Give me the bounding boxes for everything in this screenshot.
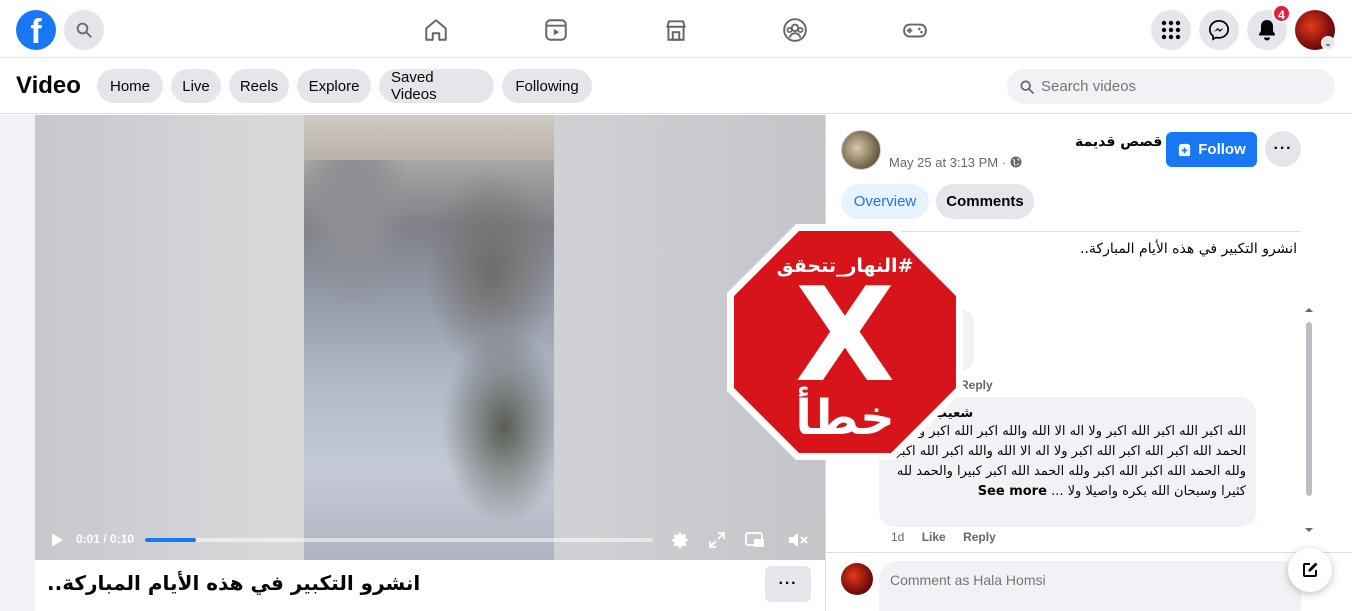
scroll-up-icon [1305, 308, 1313, 312]
comment-input[interactable] [890, 572, 1270, 588]
follow-button[interactable]: Follow [1166, 132, 1257, 167]
messenger-button[interactable] [1199, 10, 1239, 50]
search-input[interactable] [1041, 78, 1321, 95]
more-icon: ··· [1273, 140, 1293, 157]
page-title: Video [16, 72, 81, 99]
stamp-verdict: خطأ [795, 386, 894, 446]
chevron-down-icon[interactable]: ⌄ [1321, 36, 1335, 50]
tab-home[interactable]: Home [97, 69, 163, 103]
scroll-thumb[interactable] [1306, 322, 1312, 496]
nav-marketplace[interactable] [620, 12, 732, 48]
tab-reels[interactable]: Reels [229, 69, 289, 103]
left-gutter [0, 115, 35, 611]
video-time: 0:01 / 0:10 [76, 532, 135, 546]
reply-link[interactable]: Reply [960, 378, 993, 392]
see-more-link[interactable]: See more [978, 484, 1047, 499]
comment-composer[interactable] [879, 561, 1301, 611]
play-icon [52, 533, 63, 547]
expand-icon [709, 532, 725, 548]
gear-icon [672, 532, 688, 549]
post-more-button[interactable]: ··· [1265, 131, 1301, 167]
tab-saved-videos[interactable]: Saved Videos [379, 69, 494, 103]
bell-icon [1259, 20, 1275, 41]
video-more-button[interactable]: ··· [765, 566, 811, 602]
like-link[interactable]: Like [922, 530, 946, 544]
more-icon: ··· [778, 575, 798, 592]
video-sky [304, 115, 554, 160]
comment-meta: 1d Like Reply [891, 530, 996, 544]
video-progress-fill [145, 538, 196, 542]
menu-button[interactable] [1151, 10, 1191, 50]
grid-menu-icon [1161, 20, 1181, 40]
page-avatar[interactable] [841, 130, 881, 170]
tab-live[interactable]: Live [171, 69, 221, 103]
facebook-logo[interactable]: f [16, 10, 56, 50]
reply-link[interactable]: Reply [963, 530, 996, 544]
post-date[interactable]: May 25 at 3:13 PM · [889, 155, 1022, 170]
compose-icon [1303, 562, 1318, 577]
marketplace-icon [666, 20, 686, 41]
nav-video[interactable] [500, 12, 612, 48]
post-text: انشرو التكبير في هذه الأيام المباركة.. [1080, 241, 1297, 257]
video-search[interactable] [1007, 69, 1335, 104]
user-avatar[interactable] [841, 563, 873, 595]
messenger-icon [1208, 19, 1230, 41]
nav-gaming[interactable] [859, 12, 971, 48]
play-button[interactable] [45, 528, 69, 552]
comment-time[interactable]: 1d [891, 530, 904, 544]
gaming-icon [903, 23, 927, 38]
tab-following[interactable]: Following [502, 69, 592, 103]
miniplayer-button[interactable] [743, 528, 767, 552]
composer-divider [826, 552, 1352, 553]
tab-overview[interactable]: Overview [841, 184, 929, 219]
stamp-x-mark: X [795, 259, 895, 411]
video-progress-bar[interactable] [145, 538, 653, 542]
notification-badge: 4 [1272, 4, 1291, 23]
video-icon [545, 19, 567, 41]
scroll-down-icon [1305, 528, 1313, 532]
search-icon [76, 22, 92, 38]
settings-button[interactable] [668, 528, 692, 552]
video-frame [304, 115, 554, 560]
search-icon [1020, 79, 1034, 94]
globe-icon [1010, 156, 1022, 168]
search-button[interactable] [64, 10, 104, 50]
video-header: Video Home Live Reels Explore Saved Vide… [0, 59, 1352, 114]
tab-comments[interactable]: Comments [936, 184, 1034, 219]
page-name[interactable]: قصص قديمة [1075, 134, 1162, 150]
fact-check-stamp: #النهار_تتحقق X خطأ [727, 224, 963, 460]
speaker-muted-icon [789, 533, 808, 547]
home-icon [425, 19, 447, 41]
video-caption: انشرو التكبير في هذه الأيام المباركة.. [47, 571, 421, 595]
tab-explore[interactable]: Explore [297, 69, 371, 103]
video-controls: 0:01 / 0:10 [35, 520, 825, 560]
comments-scrollbar[interactable] [1305, 306, 1313, 536]
video-player[interactable]: 0:01 / 0:10 [35, 115, 825, 560]
follow-page-icon [1179, 143, 1191, 157]
picture-in-picture-icon [745, 532, 764, 547]
nav-groups[interactable] [739, 12, 851, 48]
new-message-button[interactable] [1288, 548, 1332, 592]
fullscreen-button[interactable] [705, 528, 729, 552]
groups-icon [783, 18, 807, 42]
nav-home[interactable] [380, 12, 492, 48]
top-navigation-bar: f 4 ⌄ [0, 0, 1352, 58]
mute-button[interactable] [786, 528, 810, 552]
